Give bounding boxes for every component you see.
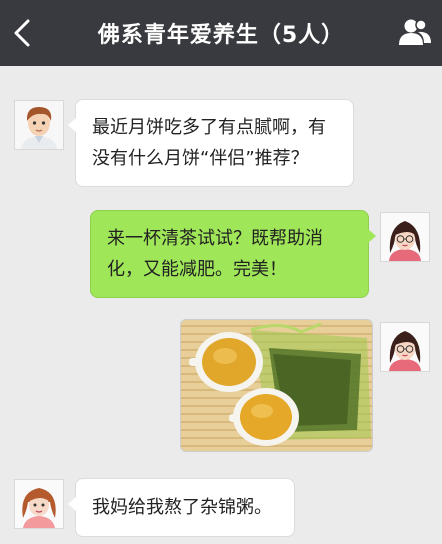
woman-avatar bbox=[15, 480, 63, 528]
message-line: 来一杯清茶试试？既帮助消 bbox=[107, 228, 323, 249]
avatar[interactable] bbox=[380, 212, 430, 262]
avatar[interactable] bbox=[14, 479, 64, 529]
chat-header: 佛系青年爱养生（5人） bbox=[0, 0, 442, 66]
girl-with-glasses-avatar bbox=[381, 323, 429, 371]
avatar[interactable] bbox=[14, 100, 64, 150]
message-line: 没有什么月饼“伴侣”推荐？ bbox=[92, 148, 309, 169]
message-bubble[interactable]: 最近月饼吃多了有点腻啊，有 没有什么月饼“伴侣”推荐？ bbox=[68, 99, 354, 187]
tea-photo-message[interactable] bbox=[180, 319, 373, 452]
message-line: 最近月饼吃多了有点腻啊，有 bbox=[92, 117, 326, 138]
group-info-button[interactable] bbox=[398, 16, 432, 50]
young-man-avatar bbox=[15, 101, 63, 149]
group-members-icon bbox=[399, 19, 431, 45]
message-line: 化，又能减肥。完美！ bbox=[107, 259, 287, 280]
two-cups-of-green-tea-with-tea-leaves-photo bbox=[181, 320, 372, 451]
message-bubble[interactable]: 来一杯清茶试试？既帮助消 化，又能减肥。完美！ bbox=[90, 210, 376, 298]
avatar[interactable] bbox=[380, 322, 430, 372]
message-line: 我妈给我熬了杂锦粥。 bbox=[92, 497, 272, 518]
girl-with-glasses-avatar bbox=[381, 213, 429, 261]
chevron-left-icon bbox=[14, 19, 30, 47]
back-button[interactable] bbox=[6, 13, 42, 53]
chat-title: 佛系青年爱养生（5人） bbox=[97, 23, 345, 48]
message-bubble[interactable]: 我妈给我熬了杂锦粥。 bbox=[68, 478, 295, 537]
